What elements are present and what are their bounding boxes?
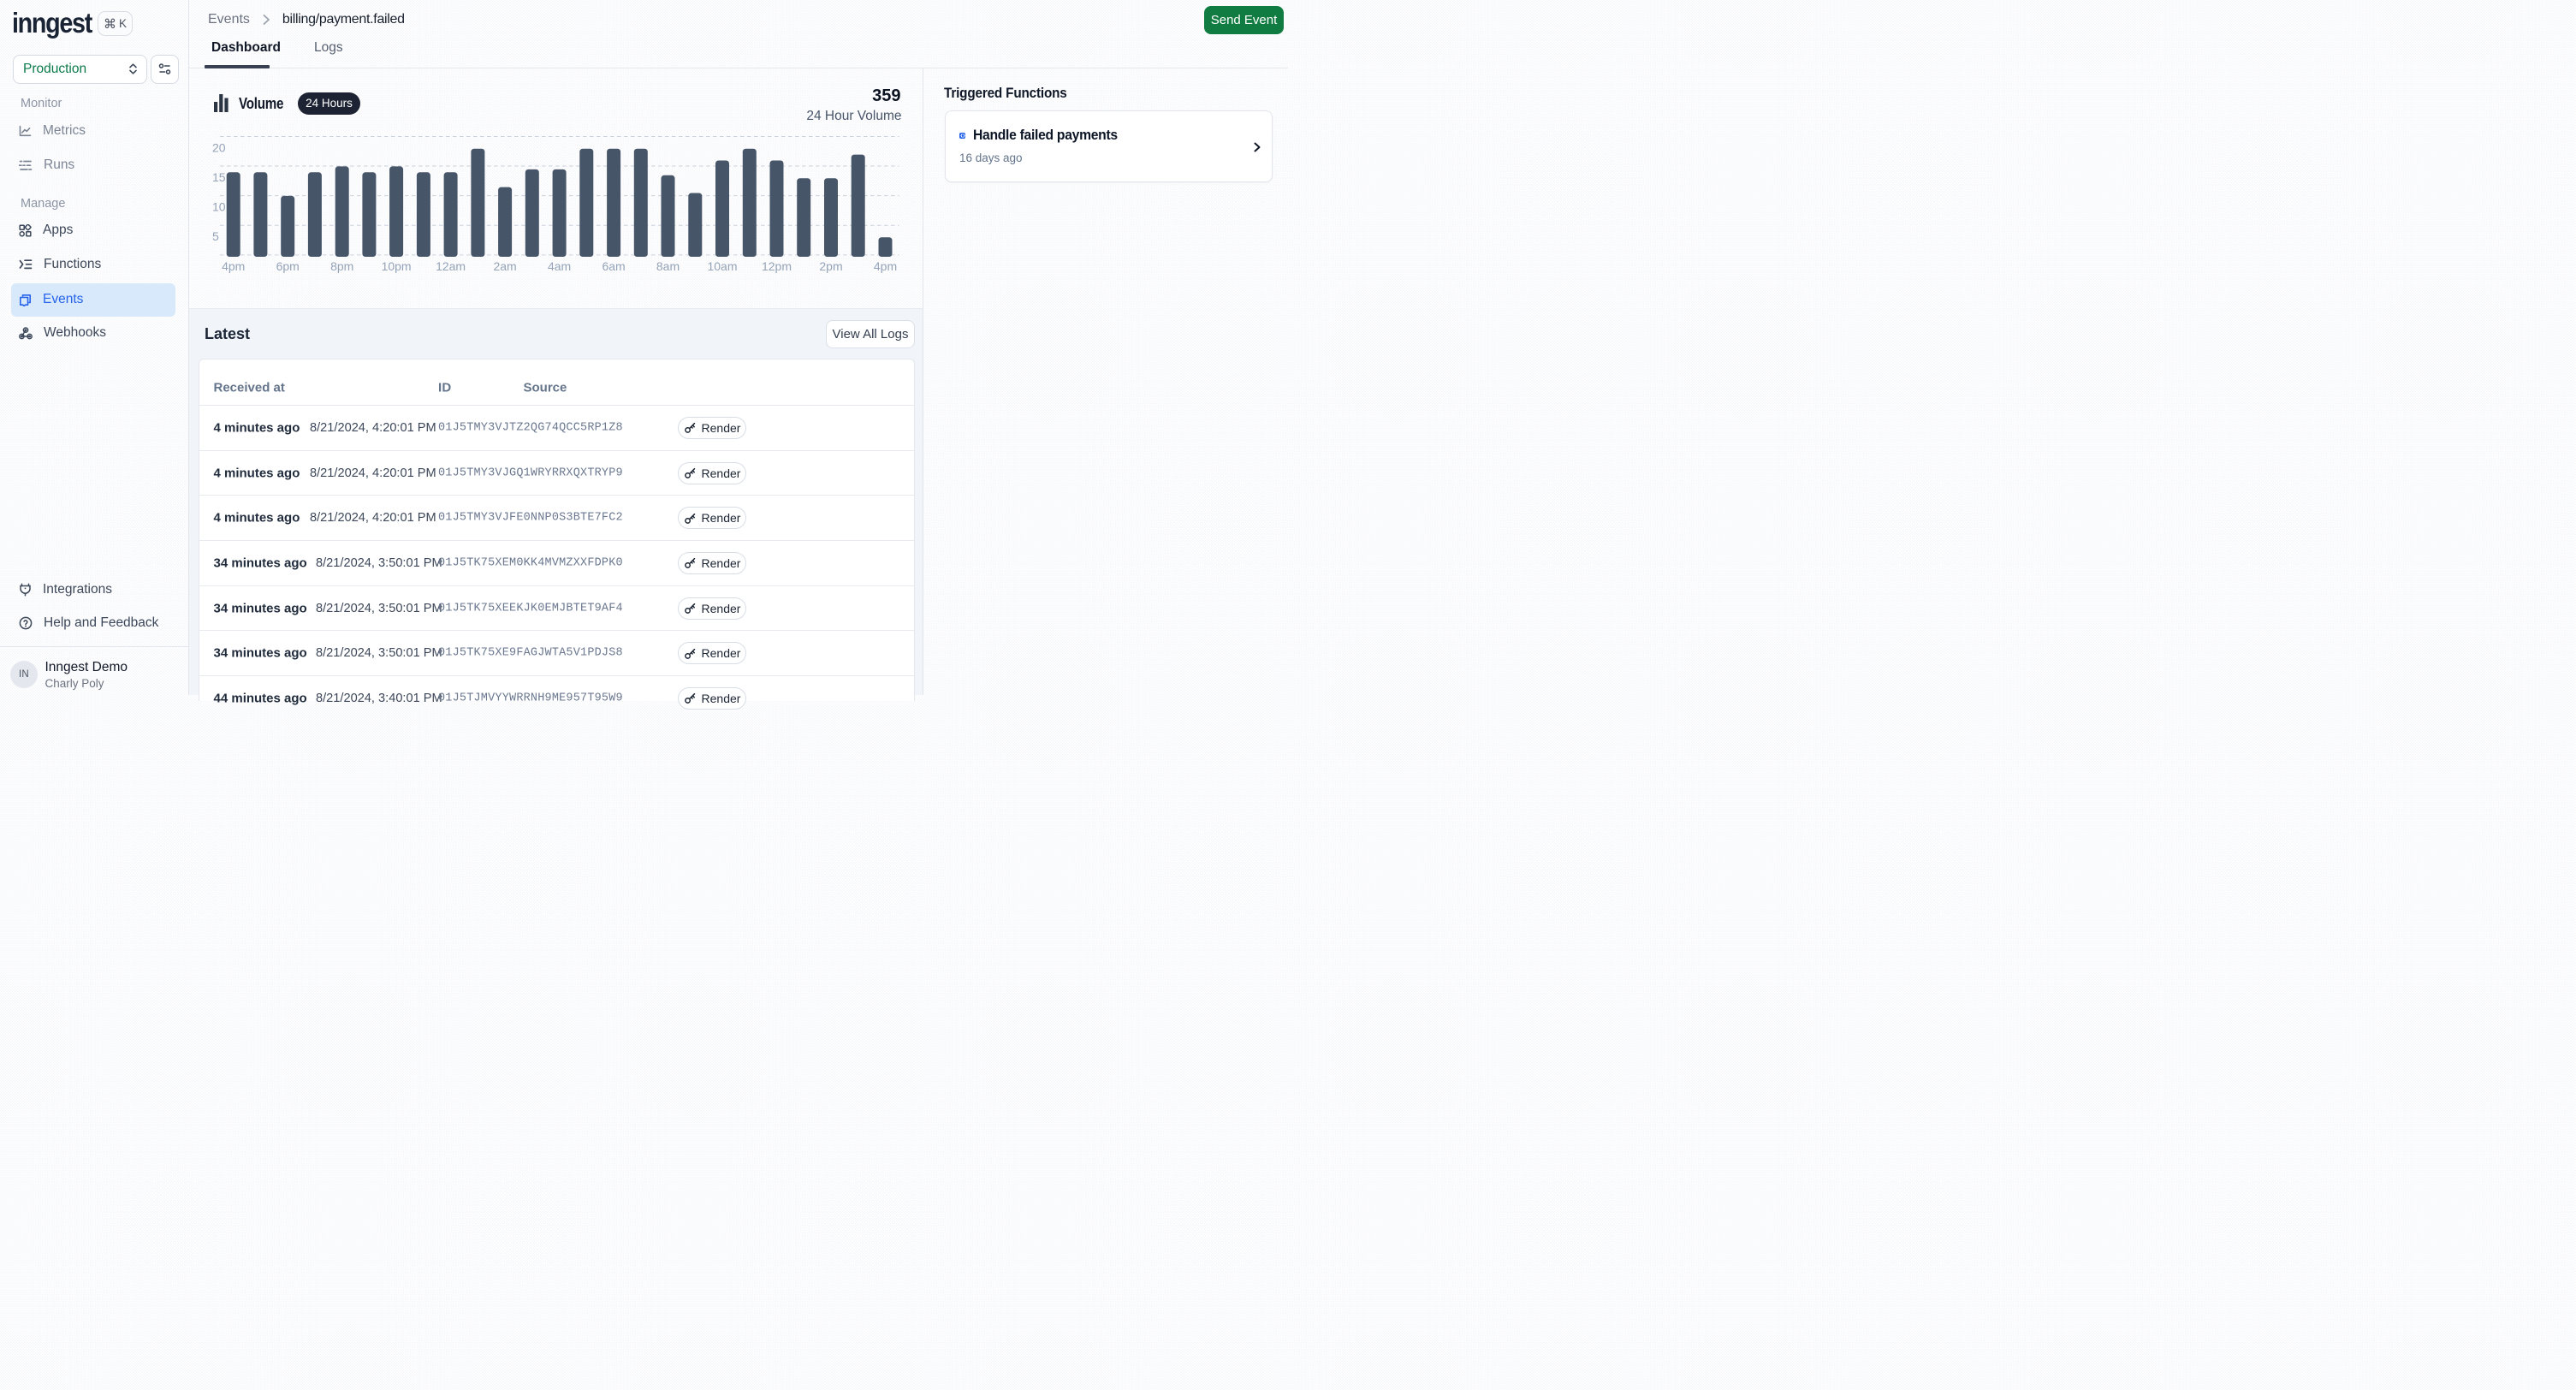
svg-text:4am: 4am — [548, 259, 571, 273]
svg-text:12am: 12am — [436, 259, 466, 273]
svg-text:10: 10 — [212, 200, 226, 214]
svg-text:15: 15 — [212, 170, 226, 184]
svg-text:10pm: 10pm — [382, 259, 412, 273]
svg-text:4pm: 4pm — [874, 259, 897, 273]
svg-text:2pm: 2pm — [819, 259, 842, 273]
svg-text:4pm: 4pm — [222, 259, 245, 273]
svg-text:8am: 8am — [656, 259, 680, 273]
svg-text:2am: 2am — [493, 259, 516, 273]
svg-text:12pm: 12pm — [762, 259, 792, 273]
svg-text:6am: 6am — [602, 259, 625, 273]
svg-text:5: 5 — [212, 229, 219, 243]
svg-text:6pm: 6pm — [276, 259, 300, 273]
svg-text:20: 20 — [212, 141, 226, 155]
svg-text:10am: 10am — [707, 259, 737, 273]
svg-text:8pm: 8pm — [330, 259, 353, 273]
